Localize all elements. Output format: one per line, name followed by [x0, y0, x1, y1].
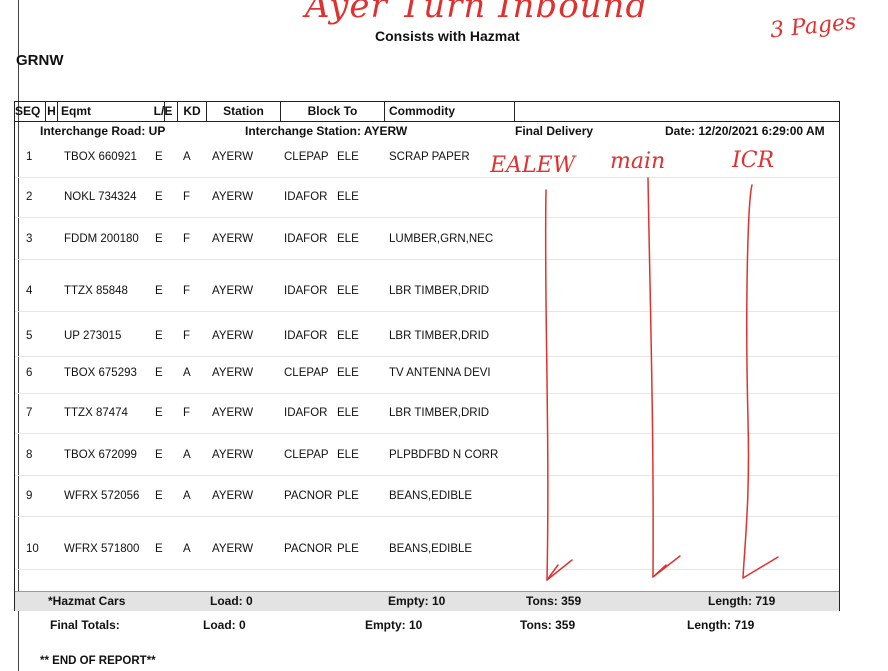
handwritten-col2: main	[610, 149, 665, 174]
hand-arrow-2	[647, 177, 654, 578]
handwritten-annotations: EALEW main ICR	[489, 148, 779, 581]
hand-arrow-1	[544, 189, 549, 581]
hand-arrowhead-2	[652, 555, 681, 578]
handwritten-col3: ICR	[731, 148, 774, 173]
handwritten-col1: EALEW	[489, 153, 578, 178]
hand-arrow-3	[742, 184, 753, 579]
hand-arrowhead-1	[546, 559, 573, 581]
hand-arrowhead-3	[742, 556, 779, 579]
